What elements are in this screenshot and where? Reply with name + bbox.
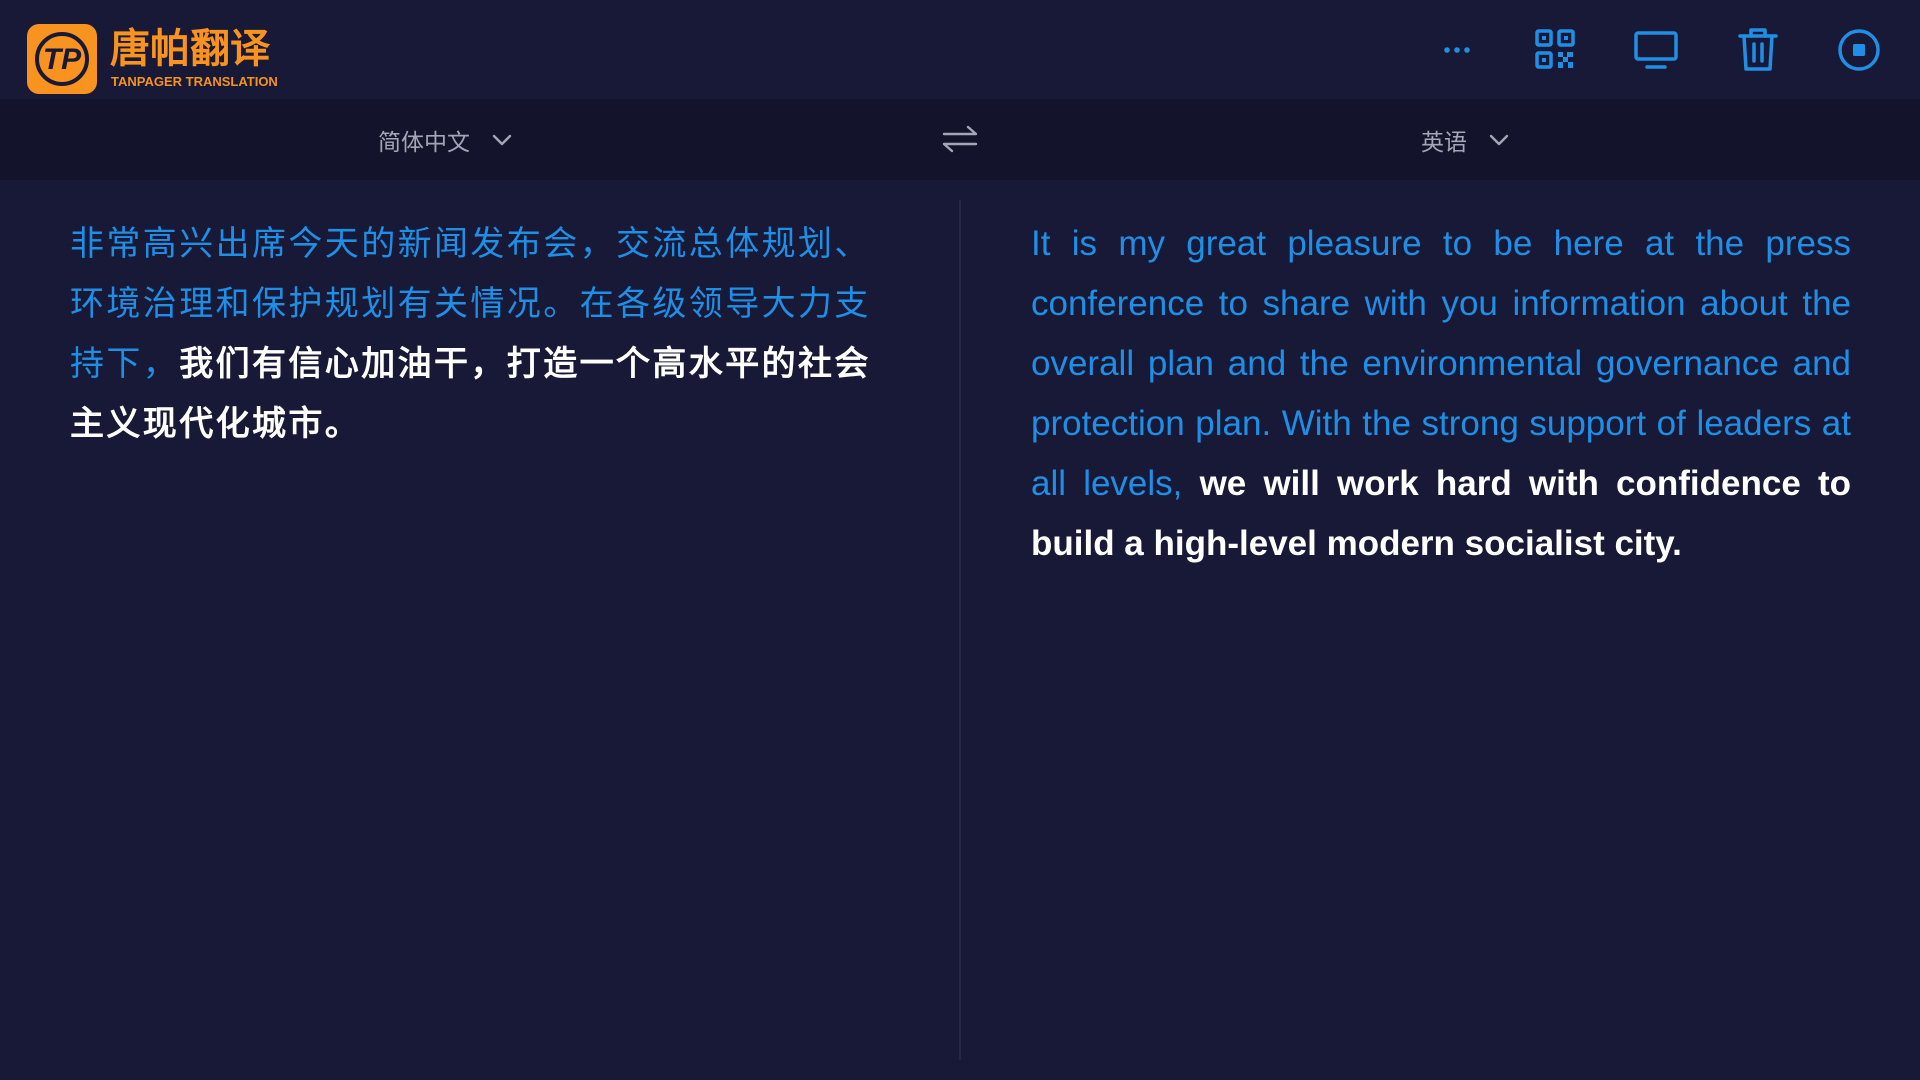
target-language-label: 英语 [1421, 129, 1467, 156]
source-text-pane: 非常高兴出席今天的新闻发布会，交流总体规划、环境治理和保护规划有关情况。在各级领… [70, 214, 890, 454]
brand-title: 唐帕翻译 [110, 26, 270, 72]
more-icon [1444, 47, 1470, 53]
stop-icon [1838, 29, 1880, 71]
chevron-down-icon [492, 134, 512, 145]
logo-text: TP [43, 43, 82, 76]
more-button[interactable] [1432, 24, 1484, 76]
top-bar: TP 唐帕翻译 TANPAGER TRANSLATION [0, 0, 1920, 99]
qr-code-icon [1535, 29, 1575, 69]
chevron-down-icon [1489, 134, 1509, 145]
monitor-icon [1634, 31, 1678, 69]
source-language-select[interactable]: 简体中文 [378, 99, 512, 180]
translation-text-finalized: It is my great pleasure to be here at th… [1031, 224, 1851, 503]
translation-text-pane: It is my great pleasure to be here at th… [1031, 214, 1851, 574]
trash-icon [1738, 28, 1778, 71]
target-language-select[interactable]: 英语 [1421, 99, 1509, 180]
tanpager-logo-icon: TP [27, 24, 97, 94]
language-bar: 简体中文 英语 [0, 99, 1920, 180]
screen-display-button[interactable] [1630, 24, 1682, 76]
brand-subtitle: TANPAGER TRANSLATION [111, 74, 278, 89]
swap-languages-button[interactable] [940, 121, 980, 157]
pane-divider [959, 200, 961, 1060]
swap-icon [942, 125, 978, 153]
qr-code-button[interactable] [1529, 24, 1581, 76]
stop-button[interactable] [1833, 24, 1885, 76]
source-text-live: 我们有信心加油干，打造一个高水平的社会主义现代化城市。 [70, 344, 871, 444]
source-language-label: 简体中文 [378, 129, 470, 156]
clear-button[interactable] [1732, 24, 1784, 76]
